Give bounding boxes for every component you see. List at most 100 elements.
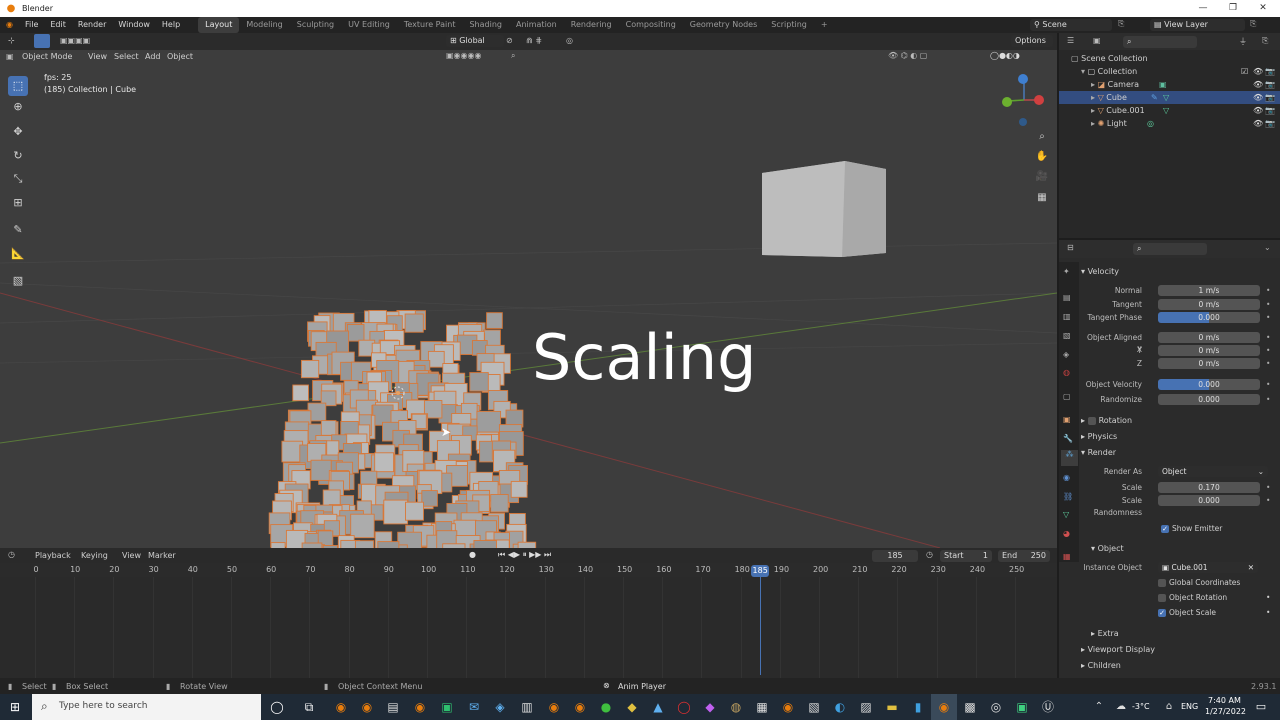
taskbar-search-box[interactable]: ⌕ Type here to search xyxy=(32,694,261,720)
menu-view[interactable]: View xyxy=(88,52,107,61)
3d-viewport[interactable]: ⊹ ▣▣▣▣ ⊞ Global ⊘ ⋒ ⋕ ◎ Options ▣ Object… xyxy=(0,33,1057,548)
view-layer-selector[interactable]: ▤ View Layer xyxy=(1150,19,1245,31)
language-indicator[interactable]: ENG xyxy=(1181,702,1198,711)
menu-add[interactable]: Add xyxy=(145,52,161,61)
keyframe-dot-icon[interactable]: • xyxy=(1266,299,1270,311)
editor-type-icon[interactable]: ⊹ xyxy=(8,36,15,45)
render-camera-icon[interactable]: 📷 xyxy=(1265,117,1275,130)
new-view-layer-icon[interactable]: ⎘ xyxy=(1250,19,1256,29)
blender-app-icon[interactable]: ◉ xyxy=(411,698,429,716)
app-icon[interactable]: ▮ xyxy=(909,698,927,716)
object-velocity-field[interactable]: 0.000 xyxy=(1158,379,1260,390)
keyframe-area[interactable] xyxy=(0,577,1057,678)
visibility-eye-icon[interactable]: 👁 xyxy=(1253,117,1263,130)
physics-tab-icon[interactable]: ◉ xyxy=(1063,473,1070,482)
tool-tab-icon[interactable]: ✦ xyxy=(1063,267,1070,276)
outliner-search-input[interactable]: ⌕ xyxy=(1123,36,1197,48)
tab-scripting[interactable]: Scripting xyxy=(764,17,814,33)
instance-object-field[interactable]: ▣ Cube.001 ✕ xyxy=(1158,562,1258,573)
properties-options-icon[interactable]: ⌄ xyxy=(1264,243,1271,252)
app-icon[interactable]: ▧ xyxy=(805,698,823,716)
tangent-field[interactable]: 0 m/s xyxy=(1158,299,1260,310)
snap-icon[interactable]: ⋒ ⋕ xyxy=(526,36,542,45)
visibility-eye-icon[interactable]: 👁 xyxy=(1253,104,1263,117)
tree-row-collection[interactable]: ▾ ▢ Collection ☑ 👁 📷 xyxy=(1059,65,1280,78)
menu-timeline-view[interactable]: View xyxy=(122,551,141,560)
properties-search-input[interactable]: ⌕ xyxy=(1133,243,1207,255)
tab-uv-editing[interactable]: UV Editing xyxy=(341,17,397,33)
clock-date[interactable]: 1/27/2022 xyxy=(1205,707,1246,716)
tab-geometry-nodes[interactable]: Geometry Nodes xyxy=(683,17,764,33)
visibility-eye-icon[interactable]: 👁 xyxy=(1253,65,1263,78)
keyframe-dot-icon[interactable]: • xyxy=(1266,394,1270,406)
blender-menu-icon[interactable]: ◉ xyxy=(0,17,19,33)
transform-tool-icon[interactable]: ⊞ xyxy=(8,193,28,213)
tab-texture-paint[interactable]: Texture Paint xyxy=(397,17,463,33)
app-icon[interactable]: ▩ xyxy=(961,698,979,716)
menu-edit[interactable]: Edit xyxy=(44,17,72,33)
task-view-icon[interactable]: ⧉ xyxy=(300,698,318,716)
render-camera-icon[interactable]: 📷 xyxy=(1265,91,1275,104)
close-icon[interactable]: ✕ xyxy=(1248,0,1278,17)
section-velocity[interactable]: ▾ Velocity xyxy=(1081,265,1280,279)
y-field[interactable]: 0 m/s xyxy=(1158,345,1260,356)
playback-controls-icons[interactable]: ⏮ ◀▶ ⏸ ▶▶ ⏭ xyxy=(498,550,551,560)
object-rotation-checkbox[interactable] xyxy=(1158,594,1166,602)
aligned-x-field[interactable]: 0 m/s xyxy=(1158,332,1260,343)
constraints-tab-icon[interactable]: ⛓ xyxy=(1063,492,1073,501)
keyframe-dot-icon[interactable]: • xyxy=(1266,482,1270,494)
keyframe-dot-icon[interactable]: • xyxy=(1266,607,1270,619)
section-rotation[interactable]: ▸ Rotation xyxy=(1081,414,1280,428)
app-icon[interactable]: ▣ xyxy=(438,698,456,716)
output-tab-icon[interactable]: ▥ xyxy=(1063,312,1071,321)
tree-row-light[interactable]: ▸ ✺ Light ◎ 👁 📷 xyxy=(1059,117,1280,130)
record-icon[interactable]: ● xyxy=(469,550,476,559)
app-icon[interactable]: ◆ xyxy=(623,698,641,716)
orientation-dropdown[interactable]: ⊞ Global xyxy=(446,35,504,47)
scale-tool-icon[interactable]: ⤡ xyxy=(8,169,28,189)
section-render[interactable]: ▾ Render xyxy=(1081,446,1280,460)
display-mode-icon[interactable]: ▣ xyxy=(1093,36,1101,45)
render-tab-icon[interactable]: ▤ xyxy=(1063,293,1071,302)
current-frame-field[interactable]: 185 xyxy=(872,550,918,562)
tab-shading[interactable]: Shading xyxy=(462,17,509,33)
rotation-checkbox[interactable] xyxy=(1087,416,1096,425)
preview-range-icon[interactable]: ◷ xyxy=(926,550,933,559)
world-tab-icon[interactable]: ◍ xyxy=(1063,368,1070,377)
select-box-tool-icon[interactable]: ⬚ xyxy=(8,76,28,96)
row-show-emitter[interactable]: ✓ Show Emitter xyxy=(1161,523,1280,536)
app-icon[interactable]: ▤ xyxy=(384,698,402,716)
menu-help[interactable]: Help xyxy=(156,17,186,33)
shading-icons[interactable]: ◯●◐◑ xyxy=(990,51,1020,60)
proportional-edit-icon[interactable]: ◎ xyxy=(566,36,573,45)
section-object[interactable]: ▾ Object xyxy=(1091,542,1280,556)
tangent-phase-field[interactable]: 0.000 xyxy=(1158,312,1260,323)
annotate-tool-icon[interactable]: ✎ xyxy=(8,220,28,240)
randomize-field[interactable]: 0.000 xyxy=(1158,394,1260,405)
clock-icon[interactable]: ◷ xyxy=(8,550,15,559)
blender-app-icon[interactable]: ◉ xyxy=(545,698,563,716)
row-global-coordinates[interactable]: Global Coordinates xyxy=(1158,577,1278,590)
rotate-tool-icon[interactable]: ↻ xyxy=(8,146,28,166)
row-object-scale[interactable]: ✓ Object Scale • xyxy=(1158,607,1278,620)
menu-keying[interactable]: Keying xyxy=(81,551,108,560)
keyframe-dot-icon[interactable]: • xyxy=(1266,345,1270,357)
menu-select[interactable]: Select xyxy=(114,52,139,61)
minimize-icon[interactable]: — xyxy=(1188,0,1218,17)
measure-tool-icon[interactable]: 📐 xyxy=(8,244,28,264)
select-mode-icons[interactable]: ▣▣▣▣ xyxy=(60,36,90,45)
new-scene-icon[interactable]: ⎘ xyxy=(1118,19,1124,29)
app-icon[interactable]: ● xyxy=(597,698,615,716)
weather-temp[interactable]: -3°C xyxy=(1132,702,1150,711)
filter-icons[interactable]: ▣◉◉◉◉ xyxy=(446,51,481,60)
tree-row-cube[interactable]: ▸ ▽ Cube ✎ ▽ 👁 📷 xyxy=(1059,91,1280,104)
blender-app-icon[interactable]: ◉ xyxy=(332,698,350,716)
start-frame-field[interactable]: Start 1 xyxy=(940,550,992,562)
frame-ruler[interactable]: 0 10 20 30 40 50 60 70 80 90 100 110 120 130 140 150 160… xyxy=(0,563,1057,577)
app-icon[interactable]: ◍ xyxy=(727,698,745,716)
tab-rendering[interactable]: Rendering xyxy=(564,17,619,33)
clock-time[interactable]: 7:40 AM xyxy=(1208,696,1241,705)
network-icon[interactable]: ⌂ xyxy=(1160,698,1178,716)
properties-editor-icon[interactable]: ⊟ xyxy=(1067,243,1074,252)
tree-row-scene-collection[interactable]: ▢ Scene Collection xyxy=(1059,52,1280,65)
